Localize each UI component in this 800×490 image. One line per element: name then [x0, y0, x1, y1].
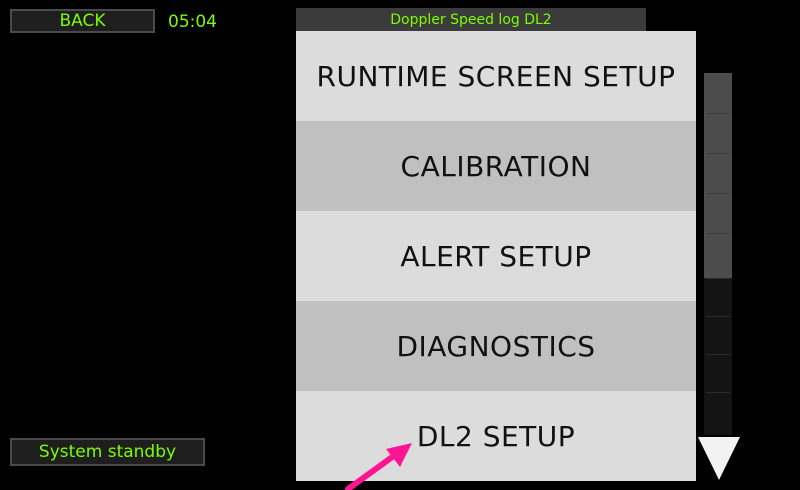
status-indicator: System standby — [10, 438, 205, 466]
track-segment — [706, 316, 730, 354]
menu-item-alert-setup[interactable]: ALERT SETUP — [296, 211, 696, 301]
triangle-down-icon[interactable] — [697, 436, 741, 481]
menu-item-diagnostics[interactable]: DIAGNOSTICS — [296, 301, 696, 391]
menu-item-calibration[interactable]: CALIBRATION — [296, 121, 696, 211]
menu-item-runtime-screen-setup[interactable]: RUNTIME SCREEN SETUP — [296, 31, 696, 121]
track-segment — [706, 354, 730, 392]
scrollbar-track[interactable] — [704, 73, 732, 435]
thumb-divider — [707, 153, 729, 154]
pink-arrow-icon — [345, 443, 412, 490]
track-segment — [706, 392, 730, 430]
setup-menu: RUNTIME SCREEN SETUP CALIBRATION ALERT S… — [296, 31, 696, 481]
clock-display: 05:04 — [168, 12, 217, 32]
back-button[interactable]: BACK — [10, 9, 155, 33]
scrollbar-thumb[interactable] — [704, 73, 732, 278]
page-title: Doppler Speed log DL2 — [296, 8, 646, 31]
thumb-divider — [707, 113, 729, 114]
thumb-divider — [707, 193, 729, 194]
thumb-divider — [707, 233, 729, 234]
track-segment — [706, 278, 730, 316]
